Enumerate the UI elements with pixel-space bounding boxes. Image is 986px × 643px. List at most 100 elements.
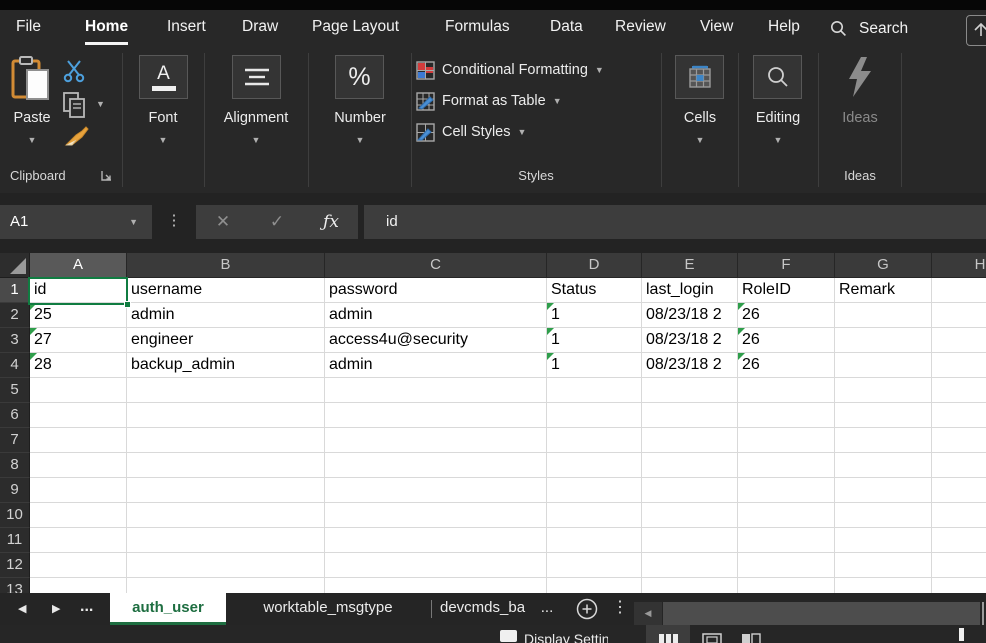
- cell-A7[interactable]: [30, 428, 127, 453]
- tab-page-layout[interactable]: Page Layout: [312, 10, 399, 47]
- column-header-C[interactable]: C: [325, 253, 547, 278]
- cell-A10[interactable]: [30, 503, 127, 528]
- cell-G9[interactable]: [835, 478, 932, 503]
- cell-G2[interactable]: [835, 303, 932, 328]
- cell-H8[interactable]: [932, 453, 986, 478]
- cell-B4[interactable]: backup_admin: [127, 353, 325, 378]
- cell-C10[interactable]: [325, 503, 547, 528]
- conditional-formatting-button[interactable]: Conditional Formatting ▼: [416, 57, 604, 83]
- tab-insert[interactable]: Insert: [167, 10, 206, 47]
- cell-C4[interactable]: admin: [325, 353, 547, 378]
- cancel-icon[interactable]: ✕: [196, 212, 250, 232]
- cell-B11[interactable]: [127, 528, 325, 553]
- cell-F12[interactable]: [738, 553, 835, 578]
- cell-H5[interactable]: [932, 378, 986, 403]
- paste-dropdown-caret[interactable]: ▼: [8, 135, 56, 145]
- error-indicator-icon[interactable]: [30, 328, 37, 335]
- font-dropdown-caret[interactable]: ▼: [123, 135, 203, 145]
- cell-E4[interactable]: 08/23/18 2: [642, 353, 738, 378]
- clipboard-dialog-launcher-icon[interactable]: [100, 169, 113, 182]
- column-header-H[interactable]: H: [932, 253, 986, 278]
- cell-C1[interactable]: password: [325, 278, 547, 303]
- number-group[interactable]: % Number ▼: [309, 47, 411, 193]
- error-indicator-icon[interactable]: [30, 353, 37, 360]
- cell-G11[interactable]: [835, 528, 932, 553]
- cell-H11[interactable]: [932, 528, 986, 553]
- formula-input[interactable]: id: [364, 205, 986, 239]
- cell-G3[interactable]: [835, 328, 932, 353]
- cell-E6[interactable]: [642, 403, 738, 428]
- cell-G4[interactable]: [835, 353, 932, 378]
- tab-view[interactable]: View: [700, 10, 733, 47]
- cells-group[interactable]: Cells ▼: [662, 47, 738, 193]
- cell-B12[interactable]: [127, 553, 325, 578]
- cell-F10[interactable]: [738, 503, 835, 528]
- cell-D9[interactable]: [547, 478, 642, 503]
- cell-A11[interactable]: [30, 528, 127, 553]
- error-indicator-icon[interactable]: [738, 353, 745, 360]
- cell-F11[interactable]: [738, 528, 835, 553]
- error-indicator-icon[interactable]: [547, 353, 554, 360]
- hscroll-left-icon[interactable]: ◀: [634, 602, 662, 625]
- error-indicator-icon[interactable]: [547, 328, 554, 335]
- cell-A2[interactable]: 25: [30, 303, 127, 328]
- column-header-E[interactable]: E: [642, 253, 738, 278]
- cell-A3[interactable]: 27: [30, 328, 127, 353]
- cell-A6[interactable]: [30, 403, 127, 428]
- cell-F8[interactable]: [738, 453, 835, 478]
- cell-B7[interactable]: [127, 428, 325, 453]
- cell-styles-button[interactable]: Cell Styles ▼: [416, 119, 526, 145]
- cell-A8[interactable]: [30, 453, 127, 478]
- cell-E13[interactable]: [642, 578, 738, 593]
- cell-E12[interactable]: [642, 553, 738, 578]
- row-header-7[interactable]: 7: [0, 428, 30, 453]
- cell-A12[interactable]: [30, 553, 127, 578]
- row-header-8[interactable]: 8: [0, 453, 30, 478]
- cell-F5[interactable]: [738, 378, 835, 403]
- cell-G12[interactable]: [835, 553, 932, 578]
- cell-E7[interactable]: [642, 428, 738, 453]
- cell-B5[interactable]: [127, 378, 325, 403]
- error-indicator-icon[interactable]: [738, 303, 745, 310]
- cell-C6[interactable]: [325, 403, 547, 428]
- cell-F2[interactable]: 26: [738, 303, 835, 328]
- row-header-1[interactable]: 1: [0, 278, 30, 303]
- cell-E10[interactable]: [642, 503, 738, 528]
- tab-help[interactable]: Help: [768, 10, 800, 47]
- cell-H6[interactable]: [932, 403, 986, 428]
- tab-formulas[interactable]: Formulas: [445, 10, 510, 47]
- fill-handle[interactable]: [124, 301, 131, 308]
- error-indicator-icon[interactable]: [738, 328, 745, 335]
- page-layout-view-icon[interactable]: [702, 633, 722, 643]
- cell-G7[interactable]: [835, 428, 932, 453]
- copy-dropdown-caret[interactable]: ▼: [96, 99, 105, 109]
- copy-icon[interactable]: [62, 91, 88, 119]
- cell-H3[interactable]: [932, 328, 986, 353]
- cell-C7[interactable]: [325, 428, 547, 453]
- cell-B13[interactable]: [127, 578, 325, 593]
- cell-H1[interactable]: [932, 278, 986, 303]
- row-header-9[interactable]: 9: [0, 478, 30, 503]
- cell-B3[interactable]: engineer: [127, 328, 325, 353]
- cell-F6[interactable]: [738, 403, 835, 428]
- cell-E2[interactable]: 08/23/18 2: [642, 303, 738, 328]
- row-header-12[interactable]: 12: [0, 553, 30, 578]
- cell-B2[interactable]: admin: [127, 303, 325, 328]
- tab-file[interactable]: File: [16, 10, 41, 47]
- row-header-2[interactable]: 2: [0, 303, 30, 328]
- tab-home[interactable]: Home: [85, 10, 128, 47]
- row-header-4[interactable]: 4: [0, 353, 30, 378]
- select-all-corner[interactable]: [0, 253, 30, 278]
- cell-H9[interactable]: [932, 478, 986, 503]
- cells-dropdown-caret[interactable]: ▼: [662, 135, 738, 145]
- sheet-tab-worktable-msgtype[interactable]: worktable_msgtype: [226, 593, 430, 625]
- cell-C8[interactable]: [325, 453, 547, 478]
- alignment-group[interactable]: Alignment ▼: [205, 47, 307, 193]
- cell-D1[interactable]: Status: [547, 278, 642, 303]
- cell-G1[interactable]: Remark: [835, 278, 932, 303]
- cell-C13[interactable]: [325, 578, 547, 593]
- sheet-nav-right-icon[interactable]: ▶: [52, 593, 60, 625]
- format-painter-icon[interactable]: [62, 123, 90, 149]
- error-indicator-icon[interactable]: [547, 303, 554, 310]
- column-header-A[interactable]: A: [30, 253, 127, 278]
